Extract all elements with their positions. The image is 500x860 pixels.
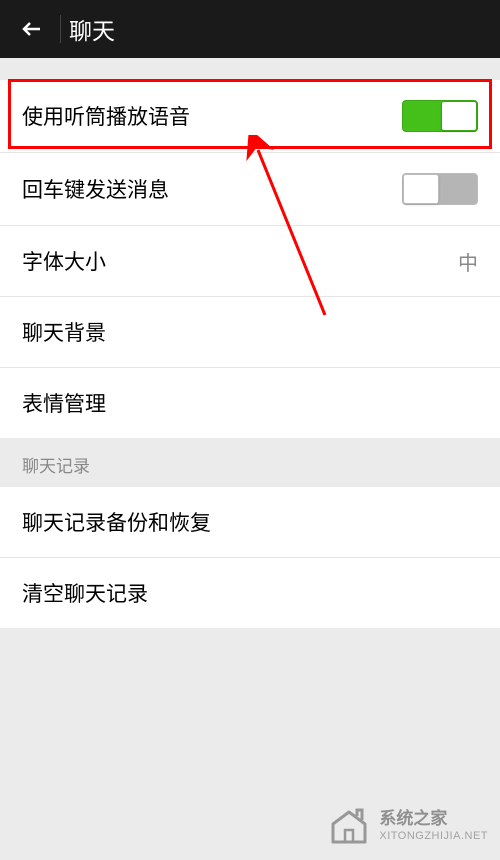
row-label: 字体大小 — [22, 246, 106, 276]
row-earpiece-audio[interactable]: 使用听筒播放语音 — [0, 80, 500, 153]
row-label: 聊天记录备份和恢复 — [22, 507, 211, 537]
watermark-name: 系统之家 — [379, 809, 488, 829]
back-arrow-icon — [20, 17, 44, 41]
back-button[interactable] — [8, 5, 56, 53]
row-label: 回车键发送消息 — [22, 174, 169, 204]
row-label: 清空聊天记录 — [22, 578, 148, 608]
toggle-enter-send[interactable] — [402, 173, 478, 205]
section-header-chat-history: 聊天记录 — [0, 438, 500, 487]
content-area: 使用听筒播放语音 回车键发送消息 字体大小 中 聊天背景 表情管理 聊天记录 聊… — [0, 58, 500, 628]
toggle-track — [437, 174, 477, 204]
row-label: 使用听筒播放语音 — [22, 101, 190, 131]
row-font-size[interactable]: 字体大小 中 — [0, 226, 500, 297]
row-chat-background[interactable]: 聊天背景 — [0, 297, 500, 368]
toggle-knob — [403, 174, 439, 204]
header-bar: 聊天 — [0, 0, 500, 58]
row-backup-restore[interactable]: 聊天记录备份和恢复 — [0, 487, 500, 558]
page-title: 聊天 — [69, 12, 115, 46]
watermark: 系统之家 XITONGZHIJIA.NET — [327, 804, 488, 848]
toggle-knob — [441, 101, 477, 131]
watermark-url: XITONGZHIJIA.NET — [379, 830, 488, 843]
watermark-text: 系统之家 XITONGZHIJIA.NET — [379, 809, 488, 843]
watermark-logo-icon — [327, 804, 371, 848]
toggle-earpiece-audio[interactable] — [402, 100, 478, 132]
row-clear-history[interactable]: 清空聊天记录 — [0, 558, 500, 628]
row-sticker-management[interactable]: 表情管理 — [0, 368, 500, 438]
row-label: 表情管理 — [22, 388, 106, 418]
header-divider — [60, 15, 61, 43]
settings-group-general: 使用听筒播放语音 回车键发送消息 字体大小 中 聊天背景 表情管理 — [0, 80, 500, 438]
row-enter-send[interactable]: 回车键发送消息 — [0, 153, 500, 226]
settings-group-chat-history: 聊天记录备份和恢复 清空聊天记录 — [0, 487, 500, 628]
row-label: 聊天背景 — [22, 317, 106, 347]
row-value: 中 — [458, 247, 478, 276]
